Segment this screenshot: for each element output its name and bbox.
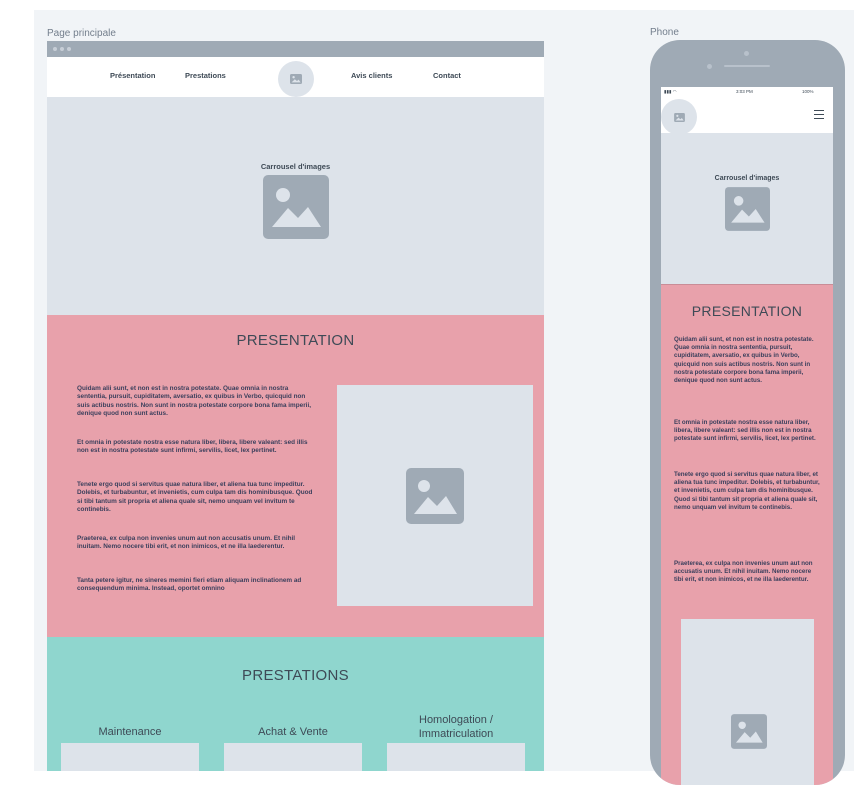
prestation-card [224,743,362,771]
nav-link-contact[interactable]: Contact [433,71,461,80]
image-placeholder-icon [731,714,767,749]
prestation-card [61,743,199,771]
prestation-maintenance[interactable]: Maintenance [61,725,199,739]
logo[interactable] [278,61,314,97]
phone-presentation-paragraph: Et omnia in potestate nostra esse natura… [674,419,816,443]
presentation-image [337,385,533,606]
prestation-card [387,743,525,771]
phone-presentation-paragraph: Praeterea, ex culpa non invenies unum au… [674,560,813,584]
presentation-paragraph: Tenete ergo quod si servitus quae natura… [77,481,313,513]
phone-presentation-paragraph: Quidam alii sunt, et non est in nostra p… [674,336,814,385]
image-placeholder-icon [673,112,685,122]
prestation-homologation[interactable]: Homologation / Immatriculation [387,713,525,741]
phone-presentation-paragraph: Tenete ergo quod si servitus quae natura… [674,471,820,511]
phone-hero-label: Carrousel d'images [714,175,780,182]
status-bar: ▮▮▮ ◠ 3:03 PM 100% [661,87,833,96]
window-dots-icon [53,47,71,51]
phone-presentation-section: PRESENTATION Quidam alii sunt, et non es… [661,284,833,785]
phone-presentation-title: PRESENTATION [691,303,803,319]
earpiece-speaker [724,65,770,67]
image-placeholder-icon [290,74,302,84]
presentation-paragraph: Et omnia in potestate nostra esse natura… [77,439,308,455]
browser-bar [47,41,544,57]
phone-screen: ▮▮▮ ◠ 3:03 PM 100% Carrousel d'images PR… [661,87,833,785]
signal-wifi-icon: ▮▮▮ ◠ [664,89,677,94]
phone-frame: ▮▮▮ ◠ 3:03 PM 100% Carrousel d'images PR… [650,40,845,785]
phone-frame-label[interactable]: Phone [650,27,679,38]
desktop-frame-label[interactable]: Page principale [47,28,116,39]
nav-link-prestations[interactable]: Prestations [185,71,226,80]
desktop-frame: Présentation Prestations Avis clients Co… [47,41,544,771]
proximity-sensor [707,64,712,69]
nav-link-avis-clients[interactable]: Avis clients [351,71,392,80]
hero-carousel-label: Carrousel d'images [260,162,331,171]
battery-status: 100% [802,89,814,94]
image-placeholder-icon [263,175,329,239]
status-time: 3:03 PM [736,89,753,94]
menu-icon[interactable] [814,110,824,121]
front-camera [744,51,749,56]
presentation-section: PRESENTATION Quidam alii sunt, et non es… [47,315,544,638]
presentation-paragraph: Praeterea, ex culpa non invenies unum au… [77,535,296,551]
hero-carousel[interactable]: Carrousel d'images [47,97,544,316]
main-nav: Présentation Prestations Avis clients Co… [47,57,544,97]
presentation-paragraph: Tanta petere igitur, ne sineres memini f… [77,577,302,593]
presentation-title: PRESENTATION [236,332,355,349]
phone-presentation-image [681,619,814,785]
image-placeholder-icon [725,187,770,231]
image-placeholder-icon [406,468,464,524]
prestation-achat-vente[interactable]: Achat & Vente [224,725,362,739]
presentation-paragraph: Quidam alii sunt, et non est in nostra p… [77,385,312,417]
phone-logo[interactable] [661,99,697,135]
design-canvas: Page principale Phone Présentation Prest… [0,0,854,785]
prestations-section: PRESTATIONS Maintenance Achat & Vente Ho… [47,637,544,771]
nav-link-presentation[interactable]: Présentation [110,71,155,80]
prestations-title: PRESTATIONS [242,667,349,684]
